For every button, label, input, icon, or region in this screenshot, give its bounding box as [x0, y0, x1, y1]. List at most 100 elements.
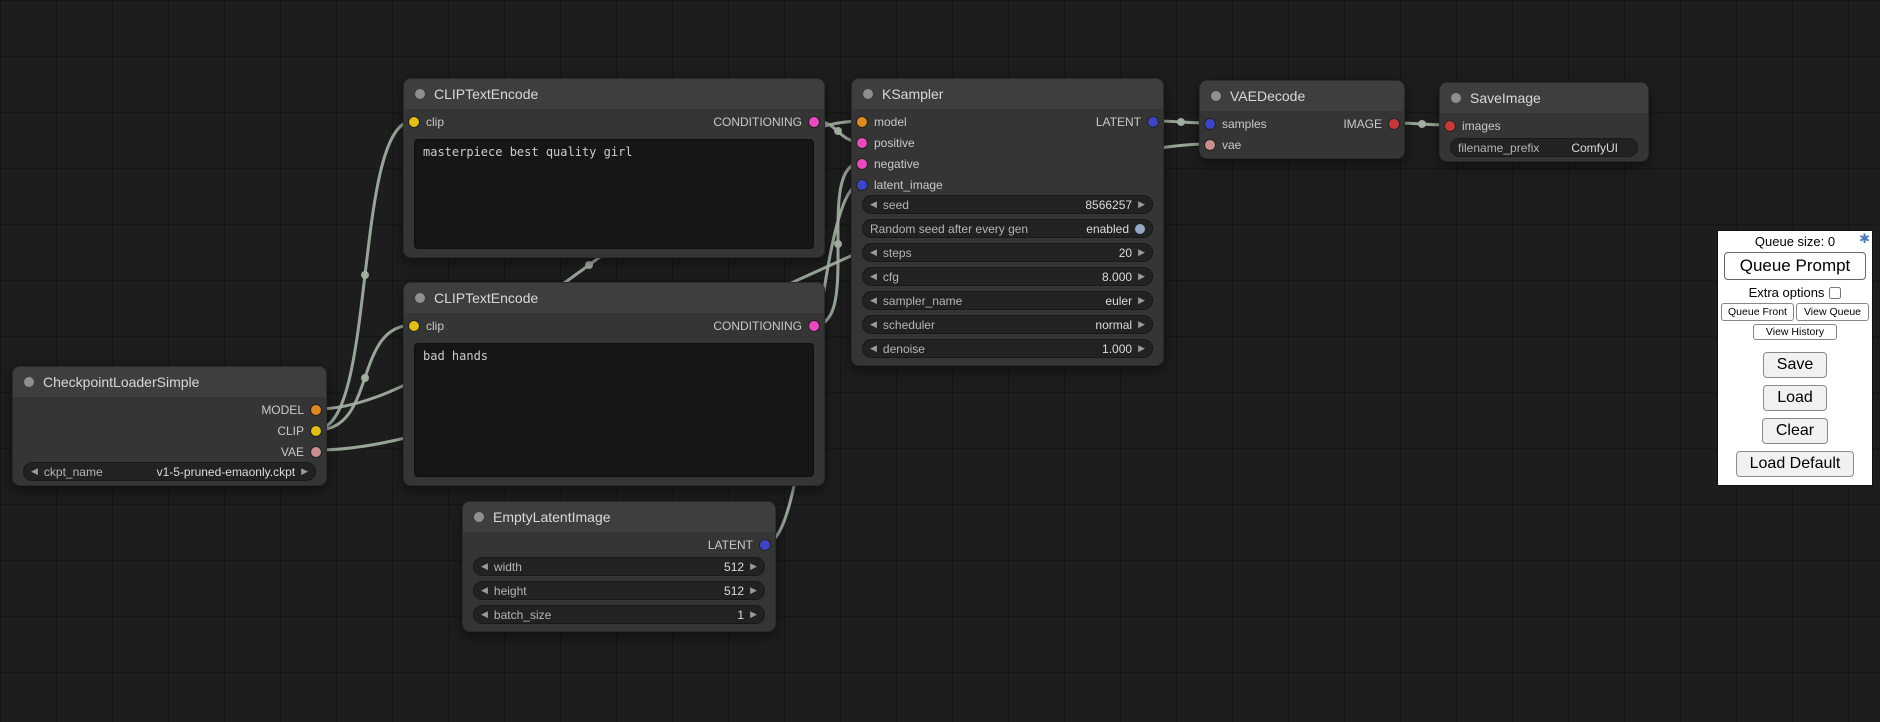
node-checkpoint-loader[interactable]: CheckpointLoaderSimple MODEL CLIP VAE ◀ …: [12, 366, 327, 486]
model-slot-dot-icon[interactable]: [311, 405, 321, 415]
load-default-button[interactable]: Load Default: [1736, 451, 1855, 477]
increment-arrow-icon[interactable]: ▶: [750, 586, 757, 595]
sampler-name-combo-widget[interactable]: ◀ sampler_name euler ▶: [862, 291, 1153, 310]
increment-arrow-icon[interactable]: ▶: [1138, 272, 1145, 281]
random-seed-toggle-widget[interactable]: Random seed after every gen enabled: [862, 219, 1153, 238]
input-slot-model[interactable]: model: [852, 115, 907, 129]
filename-prefix-text-widget[interactable]: filename_prefix ComfyUI: [1450, 138, 1638, 157]
image-slot-dot-icon[interactable]: [1445, 121, 1455, 131]
node-title-bar[interactable]: CheckpointLoaderSimple: [13, 367, 326, 397]
node-collapse-dot-icon[interactable]: [1451, 93, 1461, 103]
increment-arrow-icon[interactable]: ▶: [750, 610, 757, 619]
conditioning-slot-dot-icon[interactable]: [857, 138, 867, 148]
decrement-arrow-icon[interactable]: ◀: [31, 467, 38, 476]
node-clip-text-encode-positive[interactable]: CLIPTextEncode clip CONDITIONING masterp…: [403, 78, 825, 258]
latent-slot-dot-icon[interactable]: [760, 540, 770, 550]
node-title-bar[interactable]: CLIPTextEncode: [404, 79, 824, 109]
ckpt-name-combo-widget[interactable]: ◀ ckpt_name v1-5-pruned-emaonly.ckpt ▶: [23, 462, 316, 481]
node-collapse-dot-icon[interactable]: [415, 293, 425, 303]
node-title-bar[interactable]: VAEDecode: [1200, 81, 1404, 111]
input-slot-positive[interactable]: positive: [852, 136, 915, 150]
toggle-enabled-dot-icon[interactable]: [1135, 224, 1145, 234]
input-slot-clip[interactable]: clip: [404, 115, 444, 129]
queue-front-button[interactable]: Queue Front: [1721, 303, 1794, 321]
increment-arrow-icon[interactable]: ▶: [1138, 248, 1145, 257]
view-history-button[interactable]: View History: [1753, 324, 1837, 340]
prompt-textarea[interactable]: masterpiece best quality girl: [414, 139, 814, 249]
output-slot-conditioning[interactable]: CONDITIONING: [713, 115, 824, 129]
output-slot-image[interactable]: IMAGE: [1343, 117, 1404, 131]
output-slot-clip[interactable]: CLIP: [277, 424, 326, 438]
node-vae-decode[interactable]: VAEDecode samples IMAGE vae: [1199, 80, 1405, 159]
settings-icon[interactable]: ✱: [1859, 231, 1870, 247]
clip-slot-dot-icon[interactable]: [409, 117, 419, 127]
decrement-arrow-icon[interactable]: ◀: [870, 296, 877, 305]
width-number-widget[interactable]: ◀ width 512 ▶: [473, 557, 765, 576]
model-slot-dot-icon[interactable]: [857, 117, 867, 127]
denoise-number-widget[interactable]: ◀ denoise 1.000 ▶: [862, 339, 1153, 358]
clip-slot-dot-icon[interactable]: [311, 426, 321, 436]
height-number-widget[interactable]: ◀ height 512 ▶: [473, 581, 765, 600]
increment-arrow-icon[interactable]: ▶: [1138, 320, 1145, 329]
node-title-bar[interactable]: EmptyLatentImage: [463, 502, 775, 532]
decrement-arrow-icon[interactable]: ◀: [481, 562, 488, 571]
increment-arrow-icon[interactable]: ▶: [1138, 296, 1145, 305]
vae-slot-dot-icon[interactable]: [311, 447, 321, 457]
input-slot-negative[interactable]: negative: [852, 157, 919, 171]
batch-size-number-widget[interactable]: ◀ batch_size 1 ▶: [473, 605, 765, 624]
decrement-arrow-icon[interactable]: ◀: [870, 200, 877, 209]
node-graph-canvas[interactable]: CheckpointLoaderSimple MODEL CLIP VAE ◀ …: [0, 0, 1880, 722]
node-save-image[interactable]: SaveImage images filename_prefix ComfyUI: [1439, 82, 1649, 162]
decrement-arrow-icon[interactable]: ◀: [481, 610, 488, 619]
clear-button[interactable]: Clear: [1762, 418, 1828, 444]
output-slot-conditioning[interactable]: CONDITIONING: [713, 319, 824, 333]
decrement-arrow-icon[interactable]: ◀: [870, 272, 877, 281]
node-empty-latent-image[interactable]: EmptyLatentImage LATENT ◀ width 512 ▶ ◀ …: [462, 501, 776, 632]
conditioning-slot-dot-icon[interactable]: [809, 117, 819, 127]
output-slot-vae[interactable]: VAE: [281, 445, 326, 459]
seed-number-widget[interactable]: ◀ seed 8566257 ▶: [862, 195, 1153, 214]
node-title-bar[interactable]: CLIPTextEncode: [404, 283, 824, 313]
extra-options-checkbox[interactable]: [1829, 287, 1841, 299]
image-slot-dot-icon[interactable]: [1389, 119, 1399, 129]
decrement-arrow-icon[interactable]: ◀: [870, 248, 877, 257]
input-slot-vae[interactable]: vae: [1200, 138, 1241, 152]
conditioning-slot-dot-icon[interactable]: [809, 321, 819, 331]
node-collapse-dot-icon[interactable]: [863, 89, 873, 99]
conditioning-slot-dot-icon[interactable]: [857, 159, 867, 169]
queue-prompt-button[interactable]: Queue Prompt: [1724, 252, 1866, 280]
node-collapse-dot-icon[interactable]: [415, 89, 425, 99]
input-slot-clip[interactable]: clip: [404, 319, 444, 333]
steps-number-widget[interactable]: ◀ steps 20 ▶: [862, 243, 1153, 262]
node-collapse-dot-icon[interactable]: [24, 377, 34, 387]
scheduler-combo-widget[interactable]: ◀ scheduler normal ▶: [862, 315, 1153, 334]
input-slot-images[interactable]: images: [1440, 119, 1501, 133]
node-collapse-dot-icon[interactable]: [474, 512, 484, 522]
node-ksampler[interactable]: KSampler model LATENT positive negative …: [851, 78, 1164, 366]
cfg-number-widget[interactable]: ◀ cfg 8.000 ▶: [862, 267, 1153, 286]
node-collapse-dot-icon[interactable]: [1211, 91, 1221, 101]
save-button[interactable]: Save: [1763, 352, 1827, 378]
input-slot-samples[interactable]: samples: [1200, 117, 1267, 131]
node-title-bar[interactable]: KSampler: [852, 79, 1163, 109]
output-slot-latent[interactable]: LATENT: [1096, 115, 1163, 129]
latent-slot-dot-icon[interactable]: [1148, 117, 1158, 127]
decrement-arrow-icon[interactable]: ◀: [481, 586, 488, 595]
node-clip-text-encode-negative[interactable]: CLIPTextEncode clip CONDITIONING bad han…: [403, 282, 825, 486]
prompt-textarea[interactable]: bad hands: [414, 343, 814, 477]
decrement-arrow-icon[interactable]: ◀: [870, 320, 877, 329]
load-button[interactable]: Load: [1763, 385, 1827, 411]
view-queue-button[interactable]: View Queue: [1796, 303, 1869, 321]
latent-slot-dot-icon[interactable]: [857, 180, 867, 190]
latent-slot-dot-icon[interactable]: [1205, 119, 1215, 129]
output-slot-latent[interactable]: LATENT: [708, 538, 775, 552]
increment-arrow-icon[interactable]: ▶: [1138, 344, 1145, 353]
clip-slot-dot-icon[interactable]: [409, 321, 419, 331]
output-slot-model[interactable]: MODEL: [261, 403, 326, 417]
decrement-arrow-icon[interactable]: ◀: [870, 344, 877, 353]
increment-arrow-icon[interactable]: ▶: [1138, 200, 1145, 209]
increment-arrow-icon[interactable]: ▶: [301, 467, 308, 476]
input-slot-latent-image[interactable]: latent_image: [852, 178, 943, 192]
vae-slot-dot-icon[interactable]: [1205, 140, 1215, 150]
increment-arrow-icon[interactable]: ▶: [750, 562, 757, 571]
